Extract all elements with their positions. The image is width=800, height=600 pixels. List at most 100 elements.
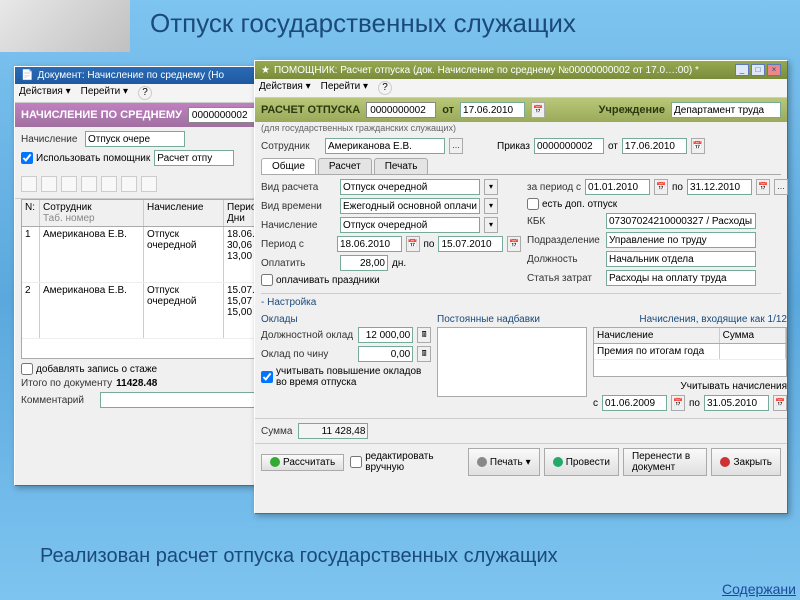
po-label: по (424, 239, 435, 250)
toolbar-icon[interactable] (81, 176, 97, 192)
kbk-input[interactable] (606, 213, 756, 229)
time-type-input[interactable] (340, 198, 480, 214)
uchet-po[interactable] (704, 395, 769, 411)
dropdown-icon[interactable]: ▾ (484, 217, 498, 233)
period-s-label: Период с (261, 239, 333, 250)
za-s[interactable] (585, 179, 650, 195)
uchet-s[interactable] (602, 395, 667, 411)
podr-label: Подразделение (527, 235, 602, 246)
left-menubar: Действия ▾ Перейти ▾ ? (15, 84, 293, 103)
date-picker-icon[interactable]: 📅 (531, 102, 545, 118)
oklad-input[interactable] (358, 327, 413, 343)
period-s[interactable] (337, 236, 402, 252)
za-po[interactable] (687, 179, 752, 195)
menu-go[interactable]: Перейти ▾ (321, 81, 368, 95)
date-picker-icon[interactable]: 📅 (691, 138, 705, 154)
use-helper-checkbox[interactable] (21, 152, 33, 164)
chin-label: Оклад по чину (261, 349, 354, 360)
stazh-checkbox[interactable] (21, 363, 33, 375)
order-date[interactable] (622, 138, 687, 154)
raise-checkbox[interactable] (261, 371, 273, 383)
chin-input[interactable] (358, 346, 413, 362)
date-picker-icon[interactable]: 📅 (507, 236, 521, 252)
date-picker-icon[interactable]: 📅 (654, 179, 668, 195)
calc-type-input[interactable] (340, 179, 480, 195)
holidays-checkbox[interactable] (261, 274, 273, 286)
doc-icon: 📄 (21, 70, 33, 81)
contents-link[interactable]: Содержани (722, 581, 796, 597)
toolbar-icon[interactable] (61, 176, 77, 192)
nadbavki-grid[interactable] (437, 327, 587, 397)
grid-row[interactable]: 2 Американова Е.В. Отпуск очередной 15.0… (22, 283, 286, 339)
date-picker-icon[interactable]: 📅 (773, 395, 787, 411)
more-icon[interactable]: … (774, 179, 788, 195)
date-picker-icon[interactable]: 📅 (671, 395, 685, 411)
left-window-title: Документ: Начисление по среднему (Но (37, 70, 224, 81)
dolzh-input[interactable] (606, 251, 756, 267)
toolbar-icon[interactable] (121, 176, 137, 192)
help-icon[interactable]: ? (378, 81, 392, 95)
nachislenie-input[interactable] (85, 131, 185, 147)
comment-label: Комментарий (21, 395, 96, 406)
transfer-button[interactable]: Перенести в документ (623, 448, 708, 476)
oklad-label: Должностной оклад (261, 330, 354, 341)
menu-actions[interactable]: Действия ▾ (19, 86, 71, 100)
tab-general[interactable]: Общие (261, 158, 316, 174)
time-type-label: Вид времени (261, 201, 336, 212)
dropdown-icon[interactable]: ▾ (484, 198, 498, 214)
helper-num-input[interactable] (366, 102, 436, 118)
edit-manual-checkbox[interactable] (350, 456, 362, 468)
print-button[interactable]: Печать ▾ (468, 448, 540, 476)
date-picker-icon[interactable]: 📅 (406, 236, 420, 252)
toolbar-icon[interactable] (21, 176, 37, 192)
comment-input[interactable] (100, 392, 260, 408)
maximize-button[interactable]: □ (751, 64, 765, 76)
period-po[interactable] (438, 236, 503, 252)
uchr-input[interactable] (671, 102, 781, 118)
uchet-label: Учитывать начисления (680, 381, 787, 392)
holidays-label: оплачивать праздники (276, 275, 380, 286)
menu-go[interactable]: Перейти ▾ (81, 86, 128, 100)
emp-input[interactable] (325, 138, 445, 154)
statya-input[interactable] (606, 270, 756, 286)
tab-calc[interactable]: Расчет (318, 158, 372, 174)
calc-icon[interactable]: 🖩 (417, 327, 431, 343)
helper-type-input[interactable] (154, 150, 234, 166)
podr-input[interactable] (606, 232, 756, 248)
menu-actions[interactable]: Действия ▾ (259, 81, 311, 95)
nach-input[interactable] (340, 217, 480, 233)
helper-date[interactable] (460, 102, 525, 118)
oklady-head: Оклады (261, 314, 431, 325)
help-icon[interactable]: ? (138, 86, 152, 100)
post-button[interactable]: Провести (544, 448, 619, 476)
col-tab: Таб. номер (43, 213, 140, 224)
calc-type-label: Вид расчета (261, 182, 336, 193)
dop-checkbox[interactable] (527, 198, 539, 210)
pay-days[interactable] (340, 255, 388, 271)
col-n: N: (22, 200, 40, 226)
col-nach: Начисление (144, 200, 224, 226)
emp-pick-icon[interactable]: … (449, 138, 463, 154)
calc-button[interactable]: Рассчитать (261, 454, 344, 471)
emp-label: Сотрудник (261, 141, 321, 152)
date-picker-icon[interactable]: 📅 (756, 179, 770, 195)
grid-row[interactable]: 1 Американова Е.В. Отпуск очередной 18.0… (22, 227, 286, 283)
toolbar-icon[interactable] (141, 176, 157, 192)
toolbar-icon[interactable] (101, 176, 117, 192)
dropdown-icon[interactable]: ▾ (484, 179, 498, 195)
close-button[interactable]: × (767, 64, 781, 76)
edit-label: редактировать вручную (365, 451, 462, 473)
toolbar-icon[interactable] (41, 176, 57, 192)
tabs: Общие Расчет Печать (261, 158, 781, 175)
za-period-label: за период с (527, 182, 581, 193)
grid-row[interactable]: Премия по итогам года (594, 344, 786, 360)
tab-print[interactable]: Печать (374, 158, 429, 174)
minimize-button[interactable]: _ (735, 64, 749, 76)
order-label: Приказ (497, 141, 530, 152)
order-num[interactable] (534, 138, 604, 154)
calc-icon[interactable]: 🖩 (417, 346, 431, 362)
ot-label: от (442, 104, 454, 116)
close-button[interactable]: Закрыть (711, 448, 781, 476)
ot2: от (608, 141, 618, 152)
button-bar: Рассчитать редактировать вручную Печать … (255, 443, 787, 480)
